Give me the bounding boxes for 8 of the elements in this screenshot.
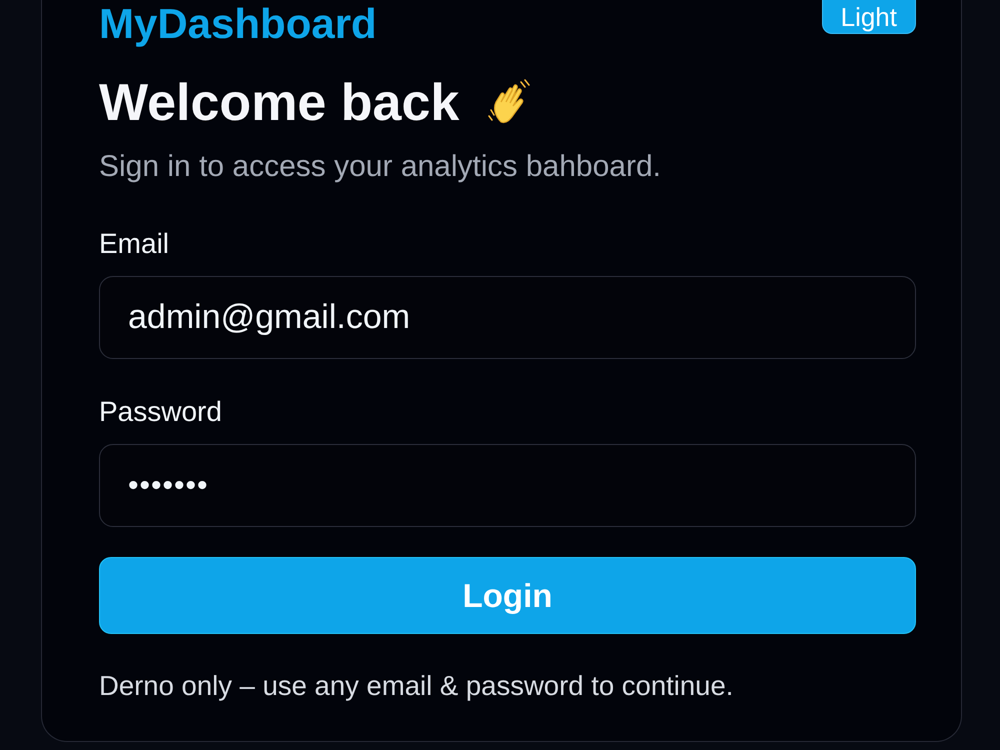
- brand-title: MyDashboard: [99, 0, 377, 48]
- field-label: Email: [99, 226, 170, 261]
- subtitle-text: Sign in to access your analytics bahboard.: [99, 148, 662, 185]
- demo-note-text: Derno only – use any email & password to continue.: [99, 669, 734, 704]
- field-label: Password: [99, 395, 223, 430]
- password-field[interactable]: •••••••: [99, 444, 916, 528]
- email-field[interactable]: admin@gmail.com: [99, 276, 916, 360]
- welcome-heading: Welcome back: [99, 73, 460, 134]
